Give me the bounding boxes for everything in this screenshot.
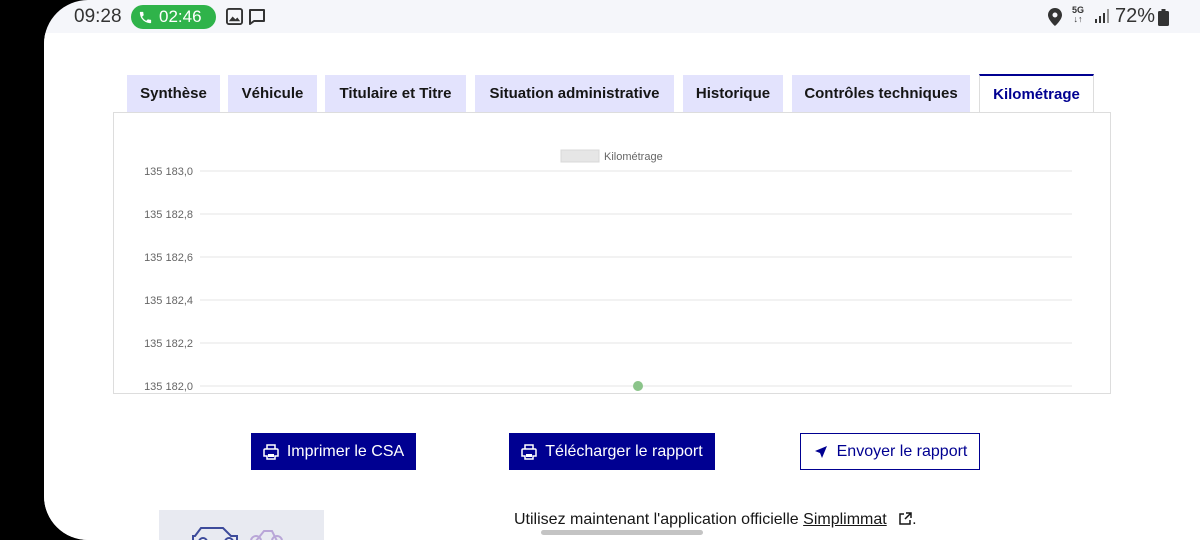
network-type: 5G ↓↑ xyxy=(1072,5,1085,24)
simplimmat-link[interactable]: Simplimmat xyxy=(803,511,887,528)
phone-screen: 09:28 02:46 5G ↓↑ 72% Synthèse Véhicule T… xyxy=(44,0,1200,540)
y-tick-label: 135 183,0 xyxy=(144,166,193,178)
external-link-icon xyxy=(899,512,912,525)
tab-synthese[interactable]: Synthèse xyxy=(127,75,220,112)
tab-label: Véhicule xyxy=(241,85,304,102)
call-timer: 02:46 xyxy=(159,7,202,26)
print-csa-label: Imprimer le CSA xyxy=(286,442,405,460)
call-indicator[interactable]: 02:46 xyxy=(131,5,216,29)
tab-label: Kilométrage xyxy=(993,85,1080,103)
print-csa-button[interactable]: Imprimer le CSA xyxy=(251,433,416,470)
phone-icon xyxy=(139,11,152,23)
legend-swatch xyxy=(560,149,600,163)
y-tick-label: 135 182,8 xyxy=(144,209,193,221)
web-page: Synthèse Véhicule Titulaire et Titre Sit… xyxy=(44,33,1200,540)
y-tick-label: 135 182,4 xyxy=(144,295,193,307)
send-arrow-icon xyxy=(814,445,827,458)
status-bar: 09:28 02:46 5G ↓↑ 72% xyxy=(44,0,1200,33)
gallery-icon xyxy=(226,8,243,25)
gesture-bar xyxy=(541,530,703,535)
tab-situation-administrative[interactable]: Situation administrative xyxy=(475,75,674,112)
battery-icon xyxy=(1158,9,1169,26)
mileage-chart: 135 183,0 135 182,8 135 182,6 135 182,4 135 … xyxy=(144,149,1072,393)
tab-label: Situation administrative xyxy=(489,85,660,102)
app-promo-suffix: . xyxy=(912,511,917,528)
app-promo-prefix: Utilisez maintenant l'application offici… xyxy=(514,511,804,528)
data-point xyxy=(633,381,643,391)
battery-percent: 72% xyxy=(1115,5,1156,27)
y-tick-label: 135 182,0 xyxy=(144,381,193,393)
app-illustration xyxy=(159,510,324,540)
printer-icon xyxy=(521,443,538,460)
app-promo-text: Utilisez maintenant l'application offici… xyxy=(514,511,917,529)
tab-label: Contrôles techniques xyxy=(804,85,958,102)
status-time: 09:28 xyxy=(74,6,122,27)
tab-titulaire-titre[interactable]: Titulaire et Titre xyxy=(325,75,466,112)
legend-label: Kilométrage xyxy=(604,151,663,163)
y-tick-label: 135 182,6 xyxy=(144,252,193,264)
tab-controles-techniques[interactable]: Contrôles techniques xyxy=(792,75,970,112)
location-icon xyxy=(1048,8,1062,26)
download-report-label: Télécharger le rapport xyxy=(545,442,703,460)
tab-label: Titulaire et Titre xyxy=(339,85,452,102)
y-tick-label: 135 182,2 xyxy=(144,338,193,350)
car-moto-icon xyxy=(192,527,283,540)
tab-label: Synthèse xyxy=(140,85,207,102)
signal-icon xyxy=(1095,9,1109,23)
send-report-label: Envoyer le rapport xyxy=(836,442,968,460)
tab-vehicule[interactable]: Véhicule xyxy=(228,75,317,112)
tab-label: Historique xyxy=(695,85,771,102)
send-report-button[interactable]: Envoyer le rapport xyxy=(800,433,980,470)
tab-historique[interactable]: Historique xyxy=(683,75,783,112)
tab-kilometrage[interactable]: Kilométrage xyxy=(979,74,1094,112)
mileage-chart-panel: 135 183,0 135 182,8 135 182,6 135 182,4 135 … xyxy=(113,112,1111,394)
printer-icon xyxy=(263,443,279,460)
download-report-button[interactable]: Télécharger le rapport xyxy=(509,433,715,470)
message-icon xyxy=(249,9,265,25)
